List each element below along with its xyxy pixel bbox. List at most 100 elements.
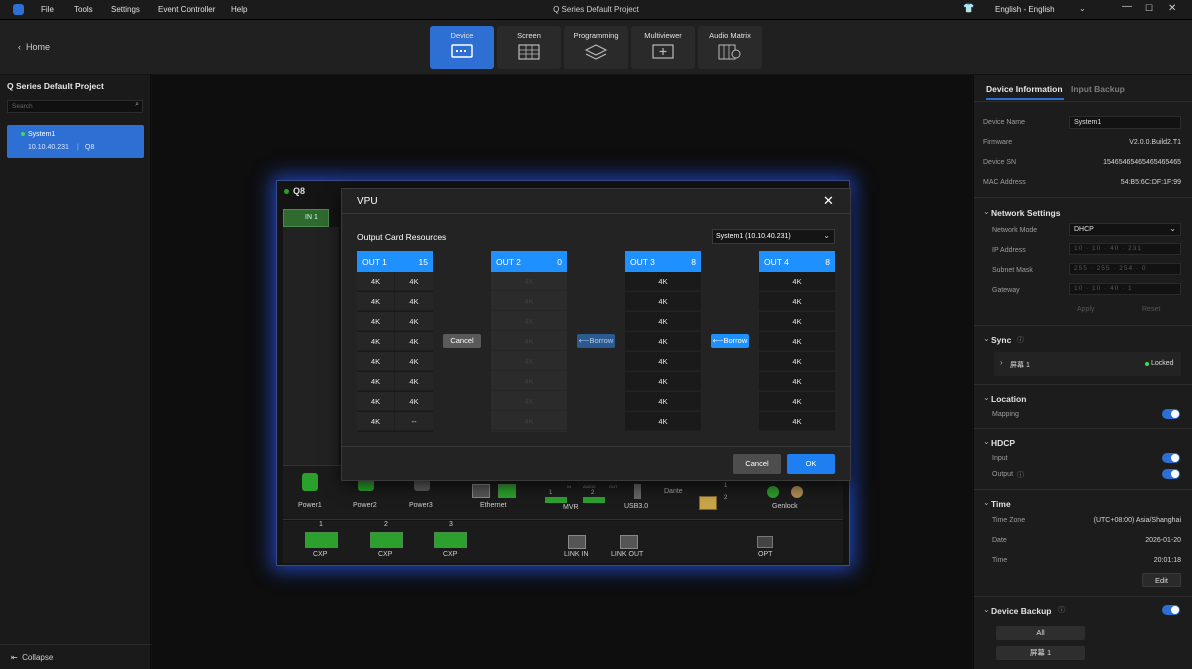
table-cell[interactable]: 4K (357, 412, 395, 431)
chevron-down-icon[interactable]: ⌄ (983, 207, 990, 216)
home-link[interactable]: ‹ Home (18, 42, 50, 52)
network-mode-select[interactable]: DHCP ⌄ (1069, 223, 1181, 236)
close-icon[interactable]: ✕ (823, 193, 834, 209)
table-cell[interactable]: 4K (357, 272, 395, 291)
chevron-down-icon[interactable]: ⌄ (983, 498, 990, 507)
table-cell[interactable]: 4K (625, 312, 701, 331)
ip-address-input[interactable]: 10 · 10 · 40 · 231 (1069, 243, 1181, 255)
table-cell[interactable]: 4K (759, 272, 835, 291)
tab-programming[interactable]: Programming (564, 26, 628, 69)
table-cell[interactable]: -- (395, 412, 433, 431)
edit-time-button[interactable]: Edit (1142, 573, 1181, 587)
mapping-toggle[interactable] (1162, 409, 1180, 419)
hdcp-input-toggle[interactable] (1162, 453, 1180, 463)
table-cell[interactable]: 4K (759, 372, 835, 391)
table-cell[interactable]: 4K (759, 292, 835, 311)
shirt-icon[interactable]: 👕 (963, 3, 974, 14)
chevron-down-icon[interactable]: ⌄ (983, 605, 990, 614)
info-icon[interactable]: ⓘ (1017, 335, 1024, 345)
cancel-button[interactable]: Cancel (733, 454, 781, 474)
chevron-down-icon[interactable]: ⌄ (983, 334, 990, 343)
system-card[interactable]: System1 10.10.40.231 | Q8 (7, 125, 144, 158)
divider (974, 489, 1192, 490)
system-model: Q8 (85, 144, 95, 151)
reset-button[interactable]: Reset (1142, 306, 1160, 313)
table-cell[interactable]: 4K (395, 292, 433, 311)
subnet-mask-input[interactable]: 255 · 255 · 254 · 0 (1069, 263, 1181, 275)
table-cell[interactable]: 4K (357, 352, 395, 371)
backup-all-button[interactable]: All (996, 626, 1085, 640)
link-out-label: LINK OUT (611, 551, 644, 558)
table-cell[interactable]: 4K (357, 332, 395, 351)
minimize-icon[interactable]: — (1122, 1, 1132, 12)
table-cell[interactable]: 4K (625, 352, 701, 371)
info-icon[interactable]: ⓘ (1017, 470, 1024, 480)
collapse-button[interactable]: ⇤ Collapse (11, 653, 53, 662)
table-cell[interactable]: 4K (625, 412, 701, 431)
tab-screen[interactable]: Screen (497, 26, 561, 69)
table-cell[interactable]: 4K (357, 292, 395, 311)
table-cell[interactable]: 4K (625, 272, 701, 291)
table-cell[interactable]: 4K (357, 312, 395, 331)
table-cell[interactable]: 4K (625, 372, 701, 391)
backup-screen-button[interactable]: 屏幕 1 (996, 646, 1085, 660)
device-backup-toggle[interactable] (1162, 605, 1180, 615)
table-cell[interactable]: 4K (357, 392, 395, 411)
borrow-button-2[interactable]: ⟵Borrow (711, 334, 749, 348)
sync-screen-row[interactable]: › 屏幕 1 Locked (994, 352, 1181, 376)
mvr-label: MVR (563, 504, 579, 511)
network-mode-label: Network Mode (992, 227, 1038, 234)
table-cell[interactable]: 4K (395, 352, 433, 371)
apply-button[interactable]: Apply (1077, 306, 1095, 313)
table-cell[interactable]: 4K (625, 392, 701, 411)
table-cell[interactable]: 4K (759, 312, 835, 331)
info-icon[interactable]: ⓘ (1058, 605, 1065, 615)
out3-header: OUT 3 8 (625, 251, 701, 272)
maximize-icon[interactable]: ☐ (1145, 3, 1153, 14)
left-sidebar (0, 75, 151, 669)
screen-icon (518, 44, 540, 60)
search-input[interactable]: Search ⌕ (7, 100, 143, 113)
tab-device[interactable]: Device (430, 26, 494, 69)
chevron-down-icon[interactable]: ⌄ (1079, 4, 1086, 13)
table-cell[interactable]: 4K (759, 392, 835, 411)
project-title: Q Series Default Project (7, 81, 104, 91)
device-name-label: Device Name (983, 119, 1026, 126)
hdcp-input-label: Input (992, 455, 1008, 462)
tab-screen-label: Screen (517, 31, 541, 40)
table-cell[interactable]: 4K (395, 272, 433, 291)
tab-input-backup[interactable]: Input Backup (1071, 84, 1125, 94)
table-cell[interactable]: 4K (357, 372, 395, 391)
ok-button[interactable]: OK (787, 454, 835, 474)
system-select[interactable]: System1 (10.10.40.231) ⌄ (712, 229, 835, 244)
table-cell[interactable]: 4K (759, 412, 835, 431)
close-window-icon[interactable]: ✕ (1168, 3, 1176, 14)
cancel-borrow-button[interactable]: Cancel (443, 334, 481, 348)
table-cell[interactable]: 4K (395, 312, 433, 331)
power2-label: Power2 (353, 502, 377, 509)
device-name-input[interactable]: System1 (1069, 116, 1181, 129)
table-cell[interactable]: 4K (625, 332, 701, 351)
search-icon[interactable]: ⌕ (135, 101, 139, 109)
table-cell[interactable]: 4K (395, 372, 433, 391)
tab-audio-matrix[interactable]: Audio Matrix (698, 26, 762, 69)
language-select[interactable]: English - English (995, 5, 1055, 14)
table-cell[interactable]: 4K (395, 392, 433, 411)
hdcp-output-toggle[interactable] (1162, 469, 1180, 479)
tab-device-information[interactable]: Device Information (986, 84, 1063, 94)
table-cell[interactable]: 4K (759, 332, 835, 351)
in1-card-header[interactable]: IN 1 (283, 209, 329, 227)
gateway-input[interactable]: 10 · 10 · 40 · 1 (1069, 283, 1181, 295)
table-cell[interactable]: 4K (395, 332, 433, 351)
chevron-down-icon[interactable]: ⌄ (983, 437, 990, 446)
table-cell: 4K (491, 352, 567, 371)
chevron-down-icon[interactable]: ⌄ (983, 393, 990, 402)
section-title: Output Card Resources (357, 232, 447, 242)
table-cell[interactable]: 4K (625, 292, 701, 311)
borrow-button-1[interactable]: ⟵Borrow (577, 334, 615, 348)
date-value: 2026-01-20 (1145, 537, 1181, 544)
table-cell[interactable]: 4K (759, 352, 835, 371)
cxp2-port-icon (370, 532, 403, 548)
hdcp-output-label: Output (992, 471, 1014, 478)
tab-multiviewer[interactable]: Multiviewer (631, 26, 695, 69)
